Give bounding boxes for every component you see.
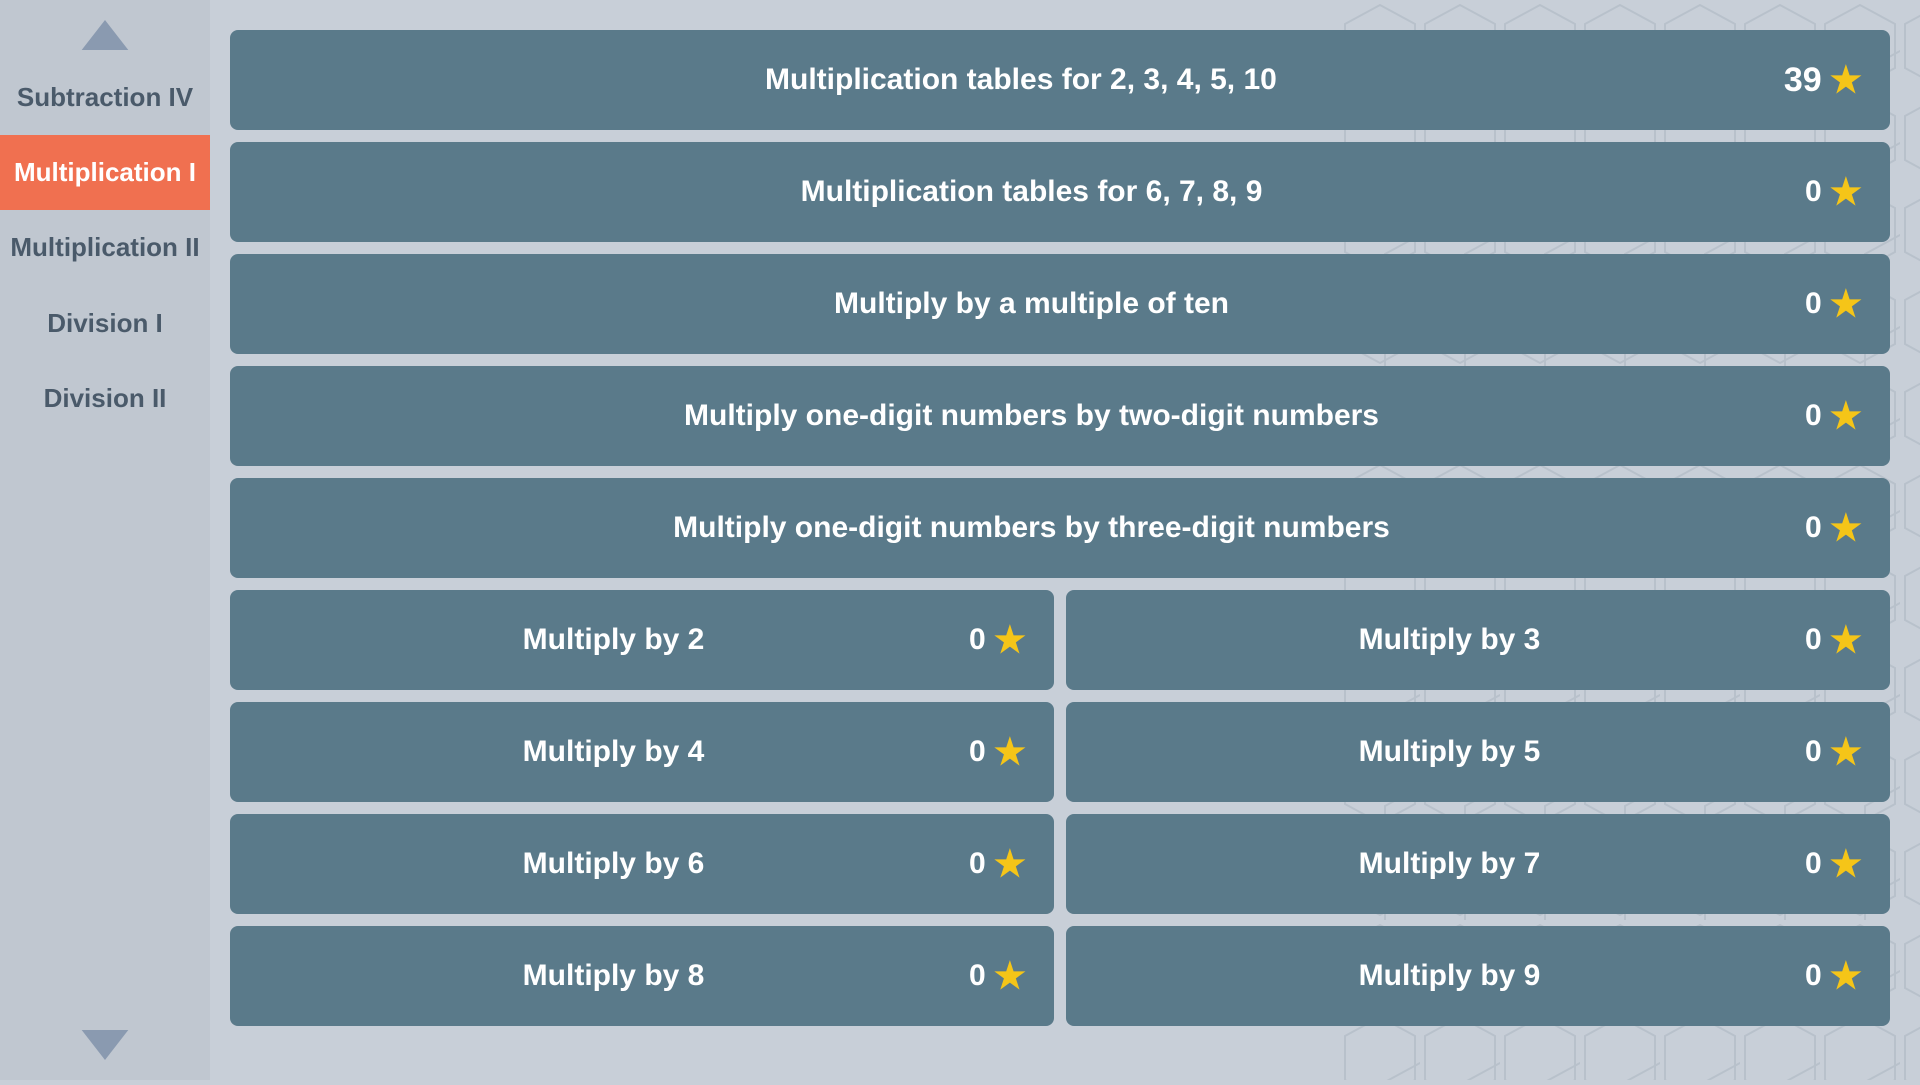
sidebar-item-division-i[interactable]: Division I: [0, 286, 210, 361]
star-icon: ★: [1830, 507, 1862, 549]
btn-label: Multiplication tables for 6, 7, 8, 9: [258, 175, 1805, 209]
btn-label: Multiply by 6: [258, 847, 969, 881]
btn-label: Multiply by 9: [1094, 959, 1805, 993]
down-arrow[interactable]: [75, 1020, 135, 1070]
btn-mult-tables-2345[interactable]: Multiplication tables for 2, 3, 4, 5, 10…: [230, 30, 1890, 130]
btn-score: 0 ★: [1805, 283, 1862, 325]
star-icon: ★: [1830, 171, 1862, 213]
star-icon: ★: [1830, 843, 1862, 885]
btn-label: Multiply one-digit numbers by two-digit …: [258, 399, 1805, 433]
btn-score: 0 ★: [1805, 731, 1862, 773]
star-icon: ★: [994, 731, 1026, 773]
btn-score: 0 ★: [969, 731, 1026, 773]
score-value: 0: [1805, 959, 1822, 993]
star-icon: ★: [1830, 731, 1862, 773]
btn-mult-by-9[interactable]: Multiply by 9 0 ★: [1066, 926, 1890, 1026]
score-value: 0: [1805, 735, 1822, 769]
btn-score: 0 ★: [1805, 619, 1862, 661]
row-pair-4-5: Multiply by 4 0 ★ Multiply by 5 0 ★: [230, 702, 1890, 802]
row-mult-tables-2345: Multiplication tables for 2, 3, 4, 5, 10…: [230, 30, 1890, 130]
btn-mult-by-3[interactable]: Multiply by 3 0 ★: [1066, 590, 1890, 690]
btn-score: 0 ★: [969, 843, 1026, 885]
btn-mult-by-6[interactable]: Multiply by 6 0 ★: [230, 814, 1054, 914]
btn-mult-by-7[interactable]: Multiply by 7 0 ★: [1066, 814, 1890, 914]
btn-label: Multiplication tables for 2, 3, 4, 5, 10: [258, 63, 1784, 97]
btn-mult-one-two[interactable]: Multiply one-digit numbers by two-digit …: [230, 366, 1890, 466]
score-value: 0: [969, 959, 986, 993]
btn-mult-by-2[interactable]: Multiply by 2 0 ★: [230, 590, 1054, 690]
btn-score: 0 ★: [969, 619, 1026, 661]
btn-mult-one-three[interactable]: Multiply one-digit numbers by three-digi…: [230, 478, 1890, 578]
sidebar-items: Subtraction IV Multiplication I Multipli…: [0, 60, 210, 1020]
row-mult-one-two: Multiply one-digit numbers by two-digit …: [230, 366, 1890, 466]
row-mult-one-three: Multiply one-digit numbers by three-digi…: [230, 478, 1890, 578]
sidebar-item-subtraction-iv[interactable]: Subtraction IV: [0, 60, 210, 135]
row-pair-2-3: Multiply by 2 0 ★ Multiply by 3 0 ★: [230, 590, 1890, 690]
btn-mult-by-5[interactable]: Multiply by 5 0 ★: [1066, 702, 1890, 802]
star-icon: ★: [994, 619, 1026, 661]
star-icon: ★: [994, 955, 1026, 997]
btn-label: Multiply one-digit numbers by three-digi…: [258, 511, 1805, 545]
btn-score: 39 ★: [1784, 59, 1862, 101]
btn-mult-by-4[interactable]: Multiply by 4 0 ★: [230, 702, 1054, 802]
score-value: 39: [1784, 61, 1822, 100]
btn-score: 0 ★: [1805, 955, 1862, 997]
btn-mult-by-8[interactable]: Multiply by 8 0 ★: [230, 926, 1054, 1026]
score-value: 0: [1805, 399, 1822, 433]
score-value: 0: [969, 847, 986, 881]
row-pair-6-7: Multiply by 6 0 ★ Multiply by 7 0 ★: [230, 814, 1890, 914]
btn-score: 0 ★: [1805, 843, 1862, 885]
btn-label: Multiply by 3: [1094, 623, 1805, 657]
score-value: 0: [1805, 511, 1822, 545]
score-value: 0: [969, 623, 986, 657]
sidebar-item-division-ii[interactable]: Division II: [0, 361, 210, 436]
score-value: 0: [1805, 287, 1822, 321]
star-icon: ★: [994, 843, 1026, 885]
btn-label: Multiply by 4: [258, 735, 969, 769]
btn-label: Multiply by 8: [258, 959, 969, 993]
score-value: 0: [1805, 847, 1822, 881]
row-mult-multiple-ten: Multiply by a multiple of ten 0 ★: [230, 254, 1890, 354]
btn-mult-tables-6789[interactable]: Multiplication tables for 6, 7, 8, 9 0 ★: [230, 142, 1890, 242]
btn-score: 0 ★: [969, 955, 1026, 997]
btn-score: 0 ★: [1805, 171, 1862, 213]
star-icon: ★: [1830, 619, 1862, 661]
score-value: 0: [969, 735, 986, 769]
btn-score: 0 ★: [1805, 507, 1862, 549]
btn-score: 0 ★: [1805, 395, 1862, 437]
score-value: 0: [1805, 623, 1822, 657]
sidebar-item-multiplication-i[interactable]: Multiplication I: [0, 135, 210, 210]
sidebar: Subtraction IV Multiplication I Multipli…: [0, 0, 210, 1080]
btn-label: Multiply by 7: [1094, 847, 1805, 881]
row-pair-8-9: Multiply by 8 0 ★ Multiply by 9 0 ★: [230, 926, 1890, 1026]
btn-mult-multiple-ten[interactable]: Multiply by a multiple of ten 0 ★: [230, 254, 1890, 354]
row-mult-tables-6789: Multiplication tables for 6, 7, 8, 9 0 ★: [230, 142, 1890, 242]
star-icon: ★: [1830, 955, 1862, 997]
btn-label: Multiply by 2: [258, 623, 969, 657]
star-icon: ★: [1830, 395, 1862, 437]
score-value: 0: [1805, 175, 1822, 209]
main-content: Multiplication tables for 2, 3, 4, 5, 10…: [210, 0, 1920, 1080]
sidebar-item-multiplication-ii[interactable]: Multiplication II: [0, 210, 210, 285]
up-arrow[interactable]: [75, 10, 135, 60]
btn-label: Multiply by 5: [1094, 735, 1805, 769]
star-icon: ★: [1830, 283, 1862, 325]
btn-label: Multiply by a multiple of ten: [258, 287, 1805, 321]
star-icon: ★: [1830, 59, 1862, 101]
